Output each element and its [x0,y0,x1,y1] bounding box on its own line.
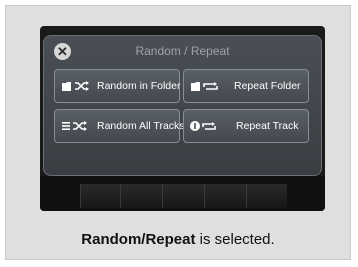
caption-rest: is selected. [195,231,275,248]
option-label: Random in Folder [97,80,181,92]
bottom-segment [120,184,163,208]
bottom-segment [204,184,247,208]
folder-shuffle-icon [61,80,91,92]
caption-bold: Random/Repeat [81,231,196,248]
random-all-tracks-button[interactable]: Random All Tracks [54,109,185,143]
one-repeat-icon [190,120,220,132]
random-in-folder-button[interactable]: Random in Folder [54,69,180,103]
bottom-segment [80,184,121,208]
option-label: Random All Tracks [97,120,185,132]
bottom-segment [246,184,287,208]
bottom-segment [162,184,205,208]
caption: Random/Repeat is selected. [6,231,350,248]
option-label: Repeat Track [236,120,299,132]
display-screen: ✕ Random / Repeat Random in Folder Repea… [40,26,325,211]
repeat-folder-button[interactable]: Repeat Folder [183,69,309,103]
figure-frame: ✕ Random / Repeat Random in Folder Repea… [5,5,351,260]
dialog-title: Random / Repeat [135,44,230,58]
option-label: Repeat Folder [234,80,301,92]
list-shuffle-icon [61,120,91,132]
bottom-bar [40,176,325,211]
folder-repeat-icon [190,80,220,92]
repeat-track-button[interactable]: Repeat Track [183,109,309,143]
random-repeat-dialog: ✕ Random / Repeat Random in Folder Repea… [43,35,322,176]
